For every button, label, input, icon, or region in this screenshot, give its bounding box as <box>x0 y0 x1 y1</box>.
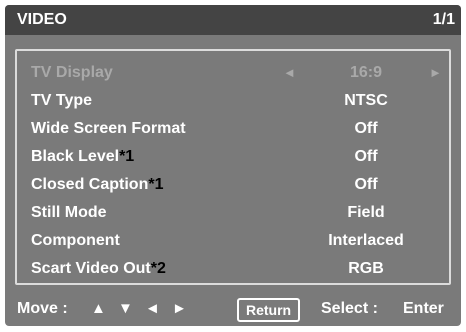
menu-item-component[interactable]: Component Interlaced <box>31 229 441 253</box>
menu-item-label-wrap: Black Level*1 <box>31 145 134 169</box>
move-label: Move : <box>17 300 68 317</box>
menu-item-label: Still Mode <box>31 204 107 221</box>
video-settings-osd: VIDEO 1/1 TV Display ◄ 16:9 ► TV Type NT… <box>5 5 461 326</box>
menu-item-label-wrap: Closed Caption*1 <box>31 173 163 197</box>
menu-item-closed-caption[interactable]: Closed Caption*1 Off <box>31 173 441 197</box>
menu-item-value: Off <box>354 148 378 165</box>
menu-item-value: RGB <box>348 260 384 277</box>
menu-item-still-mode[interactable]: Still Mode Field <box>31 201 441 225</box>
menu-item-label-wrap: Scart Video Out*2 <box>31 257 166 281</box>
menu-item-tv-type[interactable]: TV Type NTSC <box>31 89 441 113</box>
menu-item-label: Closed Caption <box>31 176 149 193</box>
menu-item-tv-display[interactable]: TV Display ◄ 16:9 ► <box>31 61 442 85</box>
menu-item-wide-screen-format[interactable]: Wide Screen Format Off <box>31 117 441 141</box>
menu-item-value: 16:9 <box>349 64 383 81</box>
menu-item-value: Off <box>354 120 378 137</box>
right-arrow-icon[interactable]: ► <box>429 61 442 85</box>
menu-item-scart-video-out[interactable]: Scart Video Out*2 RGB <box>31 257 441 281</box>
footer-help-bar: Move : ▲ ▼ ◄ ► Return Select : Enter <box>5 295 461 323</box>
menu-item-value: Interlaced <box>328 232 404 249</box>
footnote-marker: *1 <box>148 176 164 193</box>
menu-item-value: Off <box>354 176 378 193</box>
page-indicator: 1/1 <box>432 11 455 28</box>
left-arrow-icon[interactable]: ◄ <box>283 61 296 85</box>
footnote-marker: *2 <box>150 260 166 277</box>
enter-key-label: Enter <box>403 300 444 317</box>
menu-item-value: NTSC <box>344 92 388 109</box>
menu-item-label: TV Type <box>31 92 93 109</box>
menu-item-label: TV Display <box>31 64 113 81</box>
menu-item-label: Scart Video Out <box>31 260 151 277</box>
menu-title: VIDEO <box>17 11 67 28</box>
select-label: Select : <box>321 300 378 317</box>
footnote-marker: *1 <box>119 148 135 165</box>
menu-item-label: Component <box>31 232 120 249</box>
menu-panel: TV Display ◄ 16:9 ► TV Type NTSC Wide Sc… <box>15 49 451 285</box>
menu-item-black-level[interactable]: Black Level*1 Off <box>31 145 441 169</box>
navigation-arrows-icon: ▲ ▼ ◄ ► <box>91 300 191 317</box>
menu-item-label: Wide Screen Format <box>31 120 186 137</box>
title-bar: VIDEO 1/1 <box>5 5 461 35</box>
return-button[interactable]: Return <box>237 298 301 322</box>
menu-item-value: Field <box>347 204 385 221</box>
menu-item-label: Black Level <box>31 148 120 165</box>
